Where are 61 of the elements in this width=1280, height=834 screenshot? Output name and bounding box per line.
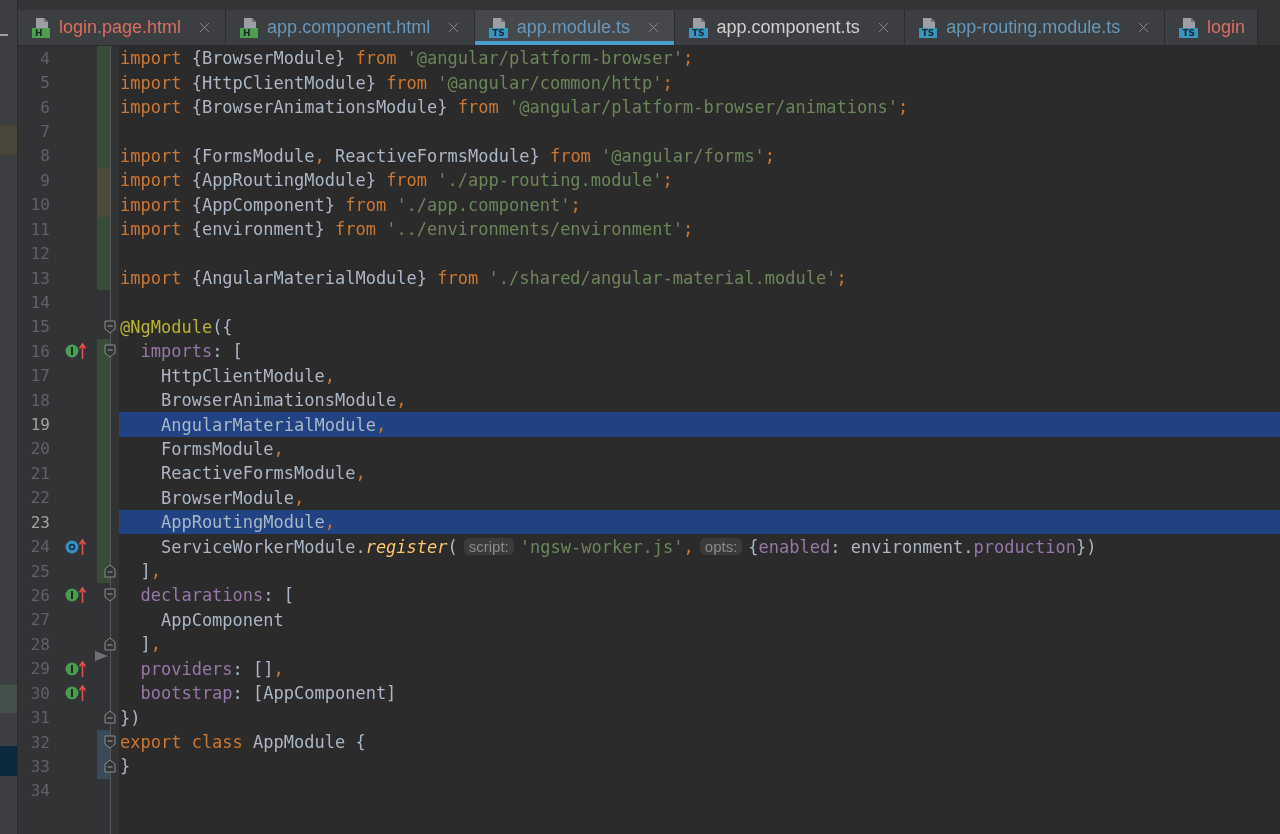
code-line: providers: [], bbox=[139, 658, 284, 679]
code-line: export class AppModule { bbox=[120, 732, 366, 752]
code-line: {enabled: environment.production}) bbox=[748, 536, 1097, 557]
code-line: import {FormsModule, ReactiveFormsModule} from '@angular/forms'; bbox=[120, 145, 776, 166]
file-type-badge: TS bbox=[1179, 27, 1198, 38]
implements-icon[interactable] bbox=[65, 342, 87, 361]
editor-tab[interactable]: H app.component.html bbox=[226, 10, 476, 45]
code-line: AngularMaterialModule, bbox=[159, 414, 387, 435]
editor-tab[interactable]: TS app-routing.module.ts bbox=[904, 10, 1166, 45]
overrides-icon[interactable] bbox=[65, 537, 87, 556]
code-line: @NgModule({ bbox=[120, 316, 233, 337]
code-line: FormsModule, bbox=[159, 438, 284, 459]
code-line: 'ngsw-worker.js', bbox=[519, 536, 694, 557]
code-line: }) bbox=[120, 707, 141, 728]
editor-tab[interactable]: TS app.module.ts bbox=[475, 10, 675, 45]
fold-icon[interactable] bbox=[104, 588, 116, 603]
file-type-badge: H bbox=[240, 27, 259, 38]
row-highlight bbox=[0, 685, 17, 713]
unfold-end-icon[interactable] bbox=[104, 563, 116, 578]
file-type-badge: TS bbox=[688, 27, 708, 38]
editor-tab[interactable]: TS login bbox=[1165, 10, 1259, 45]
code-line: HttpClientModule, bbox=[159, 365, 335, 386]
editor-tab[interactable]: TS app.component.ts bbox=[674, 10, 905, 45]
code-line: ], bbox=[139, 561, 161, 582]
code-line: ServiceWorkerModule.register( bbox=[159, 536, 458, 557]
fold-icon[interactable] bbox=[104, 319, 116, 334]
code-line: import {environment} from '../environments/environment'; bbox=[120, 219, 694, 240]
fold-icon[interactable] bbox=[104, 344, 116, 359]
parameter-hint: script: bbox=[463, 538, 514, 556]
code-line: import {HttpClientModule} from '@angular/common/http'; bbox=[120, 72, 673, 93]
row-highlight bbox=[0, 746, 17, 776]
parameter-hint: opts: bbox=[699, 538, 743, 556]
line-number: 19 bbox=[29, 415, 50, 435]
code-line: BrowserModule, bbox=[159, 487, 305, 508]
code-line: import {AppRoutingModule} from './app-routing.module'; bbox=[120, 170, 673, 191]
code-line: declarations: [ bbox=[139, 585, 294, 606]
fold-icon[interactable] bbox=[104, 734, 116, 749]
code-line: import {AngularMaterialModule} from './shared/angular-material.module'; bbox=[120, 268, 847, 288]
unfold-end-icon[interactable] bbox=[104, 759, 116, 774]
code-line: import {BrowserAnimationsModule} from '@angular/platform-browser/animations'; bbox=[120, 97, 909, 118]
line-number: 23 bbox=[29, 512, 50, 532]
code-line: ], bbox=[139, 634, 161, 655]
row-highlight bbox=[0, 125, 17, 155]
code-line: import {BrowserModule} from '@angular/platform-browser'; bbox=[120, 48, 694, 69]
editor-tab[interactable]: H login.page.html bbox=[18, 10, 227, 45]
code-line: AppComponent bbox=[159, 609, 284, 630]
code-line: BrowserAnimationsModule, bbox=[159, 390, 407, 411]
code-line: } bbox=[120, 756, 131, 777]
unfold-end-icon[interactable] bbox=[104, 710, 116, 725]
file-type-badge: H bbox=[32, 27, 50, 38]
file-type-badge: TS bbox=[489, 27, 508, 38]
file-type-badge: TS bbox=[918, 27, 938, 38]
code-line: AppRoutingModule, bbox=[159, 512, 335, 533]
code-line: ReactiveFormsModule, bbox=[159, 463, 366, 484]
unfold-end-icon[interactable] bbox=[104, 637, 116, 652]
implements-icon[interactable] bbox=[65, 659, 87, 678]
code-line: imports: [ bbox=[139, 341, 243, 362]
code-line: bootstrap: [AppComponent] bbox=[139, 683, 397, 704]
code-line: import {AppComponent} from './app.component'; bbox=[120, 194, 581, 215]
implements-icon[interactable] bbox=[65, 586, 87, 605]
implements-icon[interactable] bbox=[65, 684, 87, 703]
